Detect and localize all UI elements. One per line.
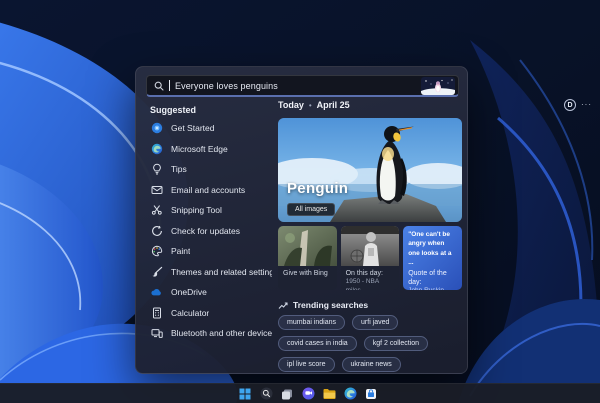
search-input[interactable]: Everyone loves penguins bbox=[146, 75, 459, 97]
penguin-easter-egg-illustration bbox=[421, 76, 455, 95]
trending-chip[interactable]: mumbai indians bbox=[278, 315, 346, 330]
sidebar-item-calculator[interactable]: Calculator bbox=[146, 303, 272, 324]
taskbar-search-icon bbox=[260, 387, 272, 400]
email-icon bbox=[150, 183, 163, 196]
on-this-day-image bbox=[340, 226, 400, 266]
sidebar-item-label: OneDrive bbox=[171, 287, 207, 298]
sidebar-item-label: Tips bbox=[171, 164, 187, 175]
today-header: Today • April 25 D ··· bbox=[278, 98, 594, 112]
snipping-tool-icon bbox=[150, 204, 163, 217]
bluetooth-devices-icon bbox=[150, 327, 163, 340]
trending-searches-heading: Trending searches bbox=[278, 300, 368, 310]
get-started-icon bbox=[150, 122, 163, 135]
paint-icon bbox=[150, 245, 163, 258]
windows-start-icon bbox=[239, 388, 251, 399]
calculator-icon bbox=[150, 306, 163, 319]
all-images-button[interactable]: All images bbox=[287, 203, 336, 216]
sidebar-item-label: Snipping Tool bbox=[171, 205, 222, 216]
sidebar-item-tips[interactable]: Tips bbox=[146, 159, 272, 180]
trending-chip[interactable]: ukraine news bbox=[341, 357, 401, 372]
sidebar-item-label: Get Started bbox=[171, 123, 215, 134]
date-label: April 25 bbox=[316, 100, 350, 110]
sidebar-item-paint[interactable]: Paint bbox=[146, 241, 272, 262]
tips-icon bbox=[150, 163, 163, 176]
sidebar-item-label: Bluetooth and other devices sett... bbox=[171, 328, 272, 339]
text-caret bbox=[169, 80, 170, 91]
file-explorer-icon bbox=[323, 388, 335, 399]
trending-icon bbox=[278, 301, 288, 309]
store-icon bbox=[366, 388, 376, 399]
sidebar-item-microsoft-edge[interactable]: Microsoft Edge bbox=[146, 139, 272, 160]
sidebar-item-label: Paint bbox=[171, 246, 191, 257]
chat-button[interactable] bbox=[301, 387, 315, 401]
trending-chip[interactable]: ipl live score bbox=[278, 357, 335, 372]
card-title: Give with Bing bbox=[283, 270, 328, 277]
more-options-icon[interactable]: ··· bbox=[581, 101, 592, 109]
penguin-hero-card[interactable]: Penguin All images bbox=[278, 118, 462, 222]
start-button[interactable] bbox=[238, 387, 252, 401]
suggested-heading: Suggested bbox=[150, 105, 197, 115]
suggested-list: Get Started Microsoft Edge Tips Email an… bbox=[146, 118, 272, 344]
sidebar-item-onedrive[interactable]: OneDrive bbox=[146, 282, 272, 303]
on-this-day-card[interactable]: On this day: 1950 - NBA miles... bbox=[340, 226, 400, 290]
task-view-icon bbox=[282, 389, 292, 399]
hero-title: Penguin bbox=[287, 180, 349, 197]
taskbar-search-button[interactable] bbox=[259, 387, 273, 401]
edge-taskbar-icon bbox=[344, 387, 356, 400]
card-title: On this day: bbox=[345, 270, 383, 277]
sidebar-item-bluetooth-devices[interactable]: Bluetooth and other devices sett... bbox=[146, 323, 272, 344]
store-button[interactable] bbox=[364, 387, 378, 401]
chat-icon bbox=[302, 387, 314, 400]
card-subtitle: 1950 - NBA miles... bbox=[345, 278, 379, 290]
quote-text: "One can't be angry when one looks at a … bbox=[408, 231, 452, 267]
sidebar-item-label: Email and accounts bbox=[171, 184, 246, 195]
sidebar-item-email-accounts[interactable]: Email and accounts bbox=[146, 180, 272, 201]
card-title: Quote of the day: bbox=[408, 270, 447, 287]
trending-chip[interactable]: urfi javed bbox=[352, 315, 399, 330]
file-explorer-button[interactable] bbox=[322, 387, 336, 401]
search-panel: Everyone loves penguins Suggested Get St… bbox=[135, 66, 591, 374]
edge-taskbar-button[interactable] bbox=[343, 387, 357, 401]
trending-chip[interactable]: kgf 2 collection bbox=[363, 336, 429, 351]
check-updates-icon bbox=[150, 224, 163, 237]
sidebar-item-label: Calculator bbox=[171, 307, 210, 318]
today-label: Today bbox=[278, 100, 304, 110]
give-with-bing-image bbox=[278, 226, 337, 266]
taskbar-icons bbox=[238, 387, 378, 401]
trending-chips: mumbai indians urfi javed covid cases in… bbox=[278, 315, 468, 372]
onedrive-icon bbox=[150, 286, 163, 299]
sidebar-item-label: Microsoft Edge bbox=[171, 143, 228, 154]
sidebar-item-label: Themes and related settings bbox=[171, 266, 272, 277]
search-icon bbox=[154, 81, 164, 91]
sidebar-item-get-started[interactable]: Get Started bbox=[146, 118, 272, 139]
search-query-text[interactable]: Everyone loves penguins bbox=[175, 81, 278, 91]
dot-separator: • bbox=[308, 100, 312, 110]
give-with-bing-card[interactable]: Give with Bing bbox=[278, 226, 337, 290]
trending-chip[interactable]: covid cases in india bbox=[278, 336, 357, 351]
themes-icon bbox=[150, 265, 163, 278]
sidebar-item-label: Check for updates bbox=[171, 225, 240, 236]
sidebar-item-check-updates[interactable]: Check for updates bbox=[146, 221, 272, 242]
profile-avatar[interactable]: D bbox=[564, 99, 576, 111]
task-view-button[interactable] bbox=[280, 387, 294, 401]
card-subtitle: John Ruskin bbox=[408, 287, 457, 290]
taskbar bbox=[0, 383, 600, 403]
quote-of-the-day-card[interactable]: "One can't be angry when one looks at a … bbox=[403, 226, 462, 290]
cards-row: Give with Bing On this day: 1950 - NBA "… bbox=[278, 226, 462, 290]
sidebar-item-snipping-tool[interactable]: Snipping Tool bbox=[146, 200, 272, 221]
edge-icon bbox=[150, 142, 163, 155]
sidebar-item-themes[interactable]: Themes and related settings bbox=[146, 262, 272, 283]
trending-label: Trending searches bbox=[293, 300, 369, 310]
